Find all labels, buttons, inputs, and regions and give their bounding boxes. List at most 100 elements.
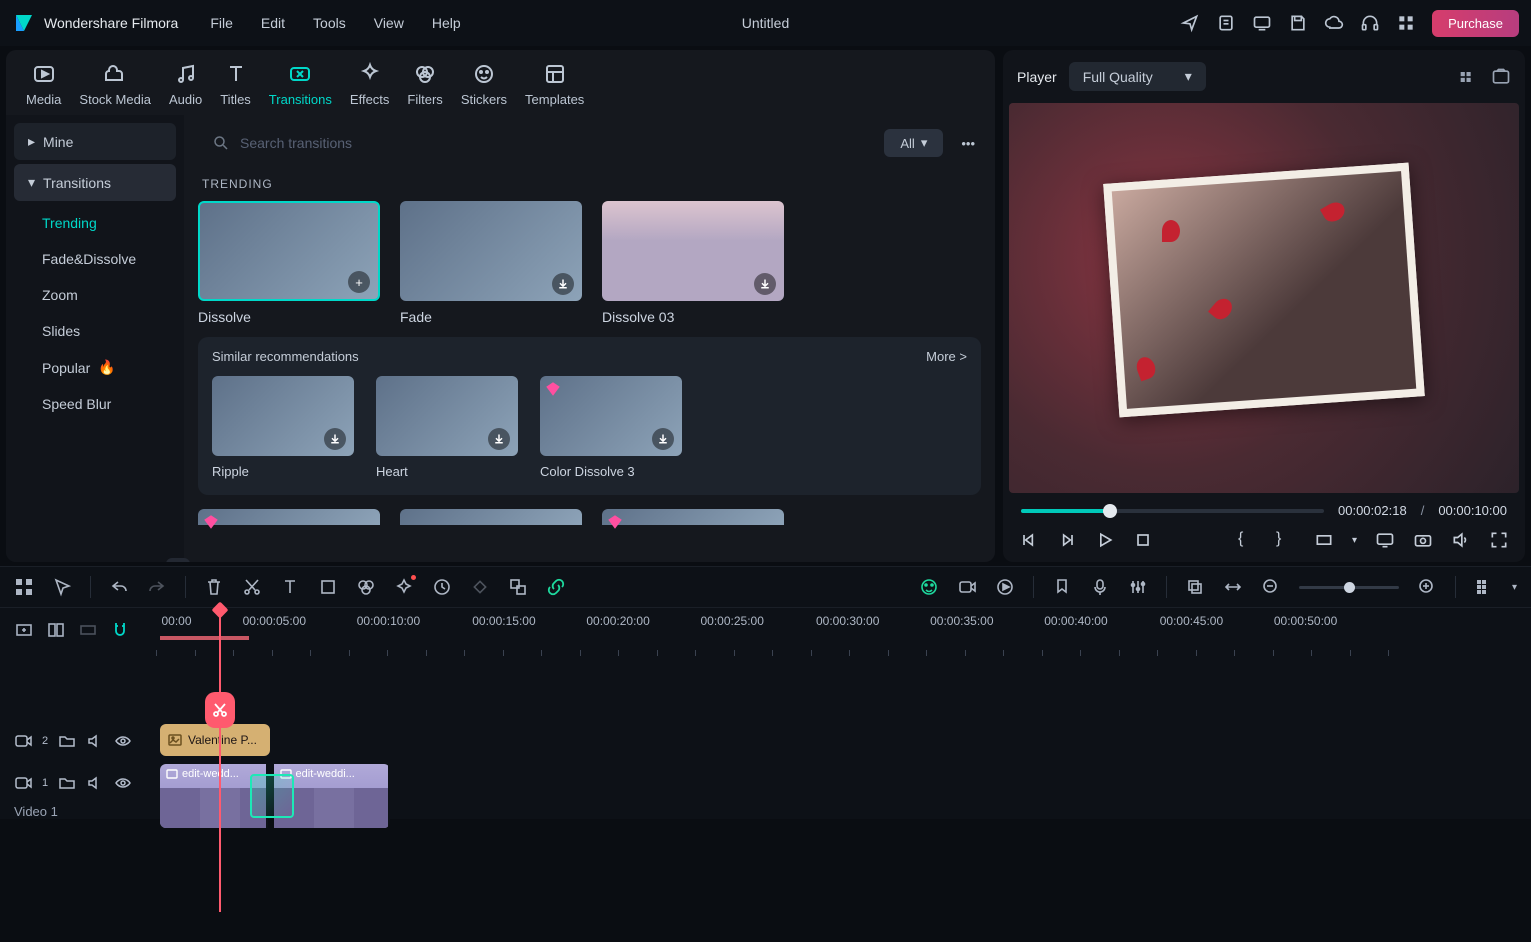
time-ruler[interactable]: 00:00 00:00:05:00 00:00:10:00 00:00:15:0… [156, 608, 1531, 652]
text-icon[interactable] [280, 577, 300, 597]
cut-icon[interactable] [242, 577, 262, 597]
sidebar-item-zoom[interactable]: Zoom [14, 277, 176, 313]
dup-icon[interactable] [1185, 577, 1205, 597]
zoom-slider[interactable] [1299, 586, 1399, 589]
sidebar-item-fade-dissolve[interactable]: Fade&Dissolve [14, 241, 176, 277]
ratio-icon[interactable] [1314, 530, 1334, 550]
eye-icon[interactable] [114, 732, 132, 750]
mark-out-icon[interactable]: } [1276, 530, 1296, 550]
notes-icon[interactable] [1216, 13, 1236, 33]
menu-file[interactable]: File [210, 15, 233, 31]
save-icon[interactable] [1288, 13, 1308, 33]
search-input[interactable] [240, 135, 872, 151]
sidebar-item-trending[interactable]: Trending [14, 205, 176, 241]
cloud-icon[interactable] [1324, 13, 1344, 33]
transition-item-dissolve-03[interactable]: Dissolve 03 [602, 201, 784, 325]
menu-edit[interactable]: Edit [261, 15, 285, 31]
sidebar-item-popular[interactable]: Popular 🔥 [14, 349, 176, 386]
clip-valentine[interactable]: Valentine P... [160, 724, 270, 756]
transition-item-partial[interactable] [400, 509, 582, 525]
tab-stock-media[interactable]: Stock Media [79, 62, 151, 107]
download-icon[interactable] [324, 428, 346, 450]
scrub-bar[interactable] [1021, 509, 1324, 513]
download-icon[interactable] [488, 428, 510, 450]
tab-transitions[interactable]: Transitions [269, 62, 332, 107]
rec-item-color-dissolve-3[interactable]: Color Dissolve 3 [540, 376, 682, 479]
chevron-down-icon[interactable]: ▾ [1352, 535, 1357, 546]
grid-icon[interactable] [1396, 13, 1416, 33]
transition-on-timeline[interactable] [250, 774, 294, 818]
sidebar-item-mine[interactable]: ▸ Mine [14, 123, 176, 160]
fullscreen-icon[interactable] [1489, 530, 1509, 550]
render-icon[interactable] [995, 577, 1015, 597]
tab-stickers[interactable]: Stickers [461, 62, 507, 107]
more-options-button[interactable]: ••• [955, 130, 981, 157]
rec-item-ripple[interactable]: Ripple [212, 376, 354, 479]
next-frame-icon[interactable] [1057, 530, 1077, 550]
color-icon[interactable] [356, 577, 376, 597]
folder-icon[interactable] [58, 774, 76, 792]
sidebar-item-transitions[interactable]: ▾ Transitions [14, 164, 176, 201]
volume-icon[interactable] [1451, 530, 1471, 550]
track-size-icon[interactable] [1474, 577, 1494, 597]
tab-media[interactable]: Media [26, 62, 61, 107]
tab-effects[interactable]: Effects [350, 62, 390, 107]
video-preview[interactable] [1009, 103, 1519, 493]
display-icon[interactable] [1252, 13, 1272, 33]
tab-filters[interactable]: Filters [407, 62, 442, 107]
menu-tools[interactable]: Tools [313, 15, 346, 31]
chevron-down-icon[interactable]: ▾ [1512, 582, 1517, 593]
quality-monitor-icon[interactable] [1375, 530, 1395, 550]
download-icon[interactable] [552, 273, 574, 295]
magnet-icon[interactable] [110, 620, 130, 640]
purchase-button[interactable]: Purchase [1432, 10, 1519, 37]
add-track-icon[interactable] [14, 620, 34, 640]
player-tab[interactable]: Player [1017, 69, 1057, 85]
translate-icon[interactable] [508, 577, 528, 597]
rec-item-heart[interactable]: Heart [376, 376, 518, 479]
filter-all-button[interactable]: All ▾ [884, 129, 943, 157]
download-icon[interactable] [652, 428, 674, 450]
link-icon[interactable] [546, 577, 566, 597]
more-link[interactable]: More > [926, 349, 967, 364]
delete-icon[interactable] [204, 577, 224, 597]
add-icon[interactable]: + [348, 271, 370, 293]
marker-icon[interactable] [1052, 577, 1072, 597]
tab-titles[interactable]: Titles [220, 62, 251, 107]
playhead[interactable] [219, 608, 221, 912]
transition-item-dissolve[interactable]: + Dissolve [198, 201, 380, 325]
folder-icon[interactable] [58, 732, 76, 750]
stop-icon[interactable] [1133, 530, 1153, 550]
cursor-icon[interactable] [52, 577, 72, 597]
audio-mix-icon[interactable] [1128, 577, 1148, 597]
zoom-in-icon[interactable] [1417, 577, 1437, 597]
ai-sparkle-icon[interactable] [394, 577, 414, 597]
download-icon[interactable] [754, 273, 776, 295]
play-icon[interactable] [1095, 530, 1115, 550]
ai-face-icon[interactable] [919, 577, 939, 597]
compare-view-icon[interactable] [1459, 67, 1479, 87]
snap-icon[interactable] [78, 620, 98, 640]
layout-icon[interactable] [14, 577, 34, 597]
share-icon[interactable] [1180, 13, 1200, 33]
crop-icon[interactable] [318, 577, 338, 597]
transition-item-fade[interactable]: Fade [400, 201, 582, 325]
eye-icon[interactable] [114, 774, 132, 792]
mic-icon[interactable] [1090, 577, 1110, 597]
mark-in-icon[interactable]: { [1238, 530, 1258, 550]
quality-select[interactable]: Full Quality ▾ [1069, 62, 1206, 91]
sidebar-item-speed-blur[interactable]: Speed Blur [14, 386, 176, 422]
transition-item-partial[interactable] [198, 509, 380, 525]
link-tracks-icon[interactable] [46, 620, 66, 640]
split-button[interactable] [205, 692, 235, 728]
tab-templates[interactable]: Templates [525, 62, 584, 107]
snapshot-import-icon[interactable] [1491, 67, 1511, 87]
undo-icon[interactable] [109, 577, 129, 597]
camera-icon[interactable] [1413, 530, 1433, 550]
prev-frame-icon[interactable] [1019, 530, 1039, 550]
tab-audio[interactable]: Audio [169, 62, 202, 107]
redo-icon[interactable] [147, 577, 167, 597]
tracks-area[interactable]: Valentine P... edit-wedd... edit-weddi..… [156, 652, 1531, 819]
mute-icon[interactable] [86, 732, 104, 750]
transition-item-partial[interactable] [602, 509, 784, 525]
